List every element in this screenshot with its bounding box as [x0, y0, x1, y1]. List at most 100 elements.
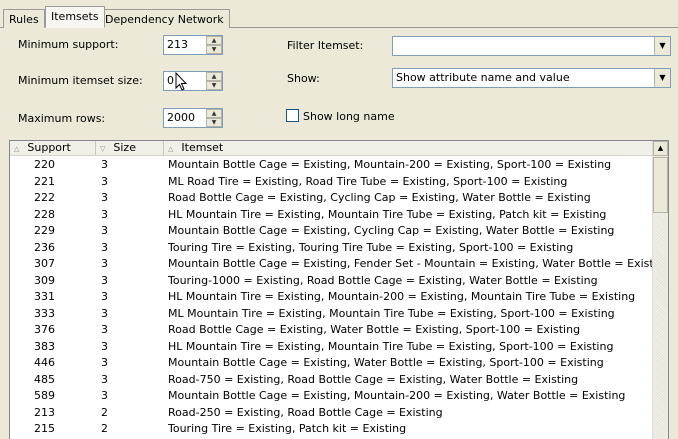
size-cell: 2 [101, 422, 108, 435]
spin-down-arrow-icon[interactable]: ▼ [206, 45, 222, 54]
scroll-up-arrow-icon[interactable]: ▲ [653, 141, 668, 156]
support-cell: 229 [34, 224, 55, 237]
table-row[interactable]: 215 2 Touring Tire = Existing, Patch kit =… [10, 421, 652, 438]
tab-dependency-network[interactable]: Dependency Network [99, 9, 230, 28]
size-cell: 3 [101, 389, 108, 402]
filter-itemset-combo[interactable]: ▼ [392, 36, 671, 56]
itemset-cell: Mountain Bottle Cage = Existing, Mountai… [168, 389, 626, 402]
min-support-label: Minimum support: [18, 38, 119, 51]
column-header-itemset[interactable]: △ Itemset [164, 141, 652, 155]
size-cell: 3 [101, 191, 108, 204]
support-cell: 307 [34, 257, 55, 270]
column-header-label: Itemset [181, 141, 224, 154]
table-row[interactable]: 589 3 Mountain Bottle Cage = Existing, Mou… [10, 388, 652, 405]
sort-indicator-icon: △ [168, 145, 174, 153]
itemset-cell: Touring-1000 = Existing, Road Bottle Cag… [168, 273, 598, 287]
support-cell: 331 [34, 290, 55, 303]
support-cell: 589 [34, 389, 55, 402]
table-row[interactable]: 309 3 Touring-1000 = Existing, Road Bottle… [10, 273, 652, 290]
spin-up-arrow-icon[interactable]: ▲ [206, 36, 222, 45]
table-row[interactable]: 236 3 Touring Tire = Existing, Touring Tir… [10, 240, 652, 257]
size-cell: 3 [101, 174, 108, 188]
column-header-support[interactable]: △ Support [10, 141, 96, 155]
min-support-spinner[interactable]: 213 ▲ ▼ [163, 35, 223, 55]
column-header-label: Size [113, 141, 136, 154]
max-rows-spinner[interactable]: 2000 ▲ ▼ [163, 108, 223, 128]
size-cell: 3 [101, 372, 108, 386]
support-cell: 333 [34, 306, 55, 320]
show-long-name-checkbox[interactable] [286, 109, 299, 122]
spin-up-arrow-icon[interactable]: ▲ [206, 72, 222, 81]
filter-itemset-input[interactable] [393, 37, 654, 55]
table-row[interactable]: 221 3 ML Road Tire = Existing, Road Tire T… [10, 174, 652, 191]
itemset-cell: Mountain Bottle Cage = Existing, Cycling… [168, 224, 615, 237]
max-rows-value[interactable]: 2000 [164, 109, 206, 127]
vertical-scrollbar[interactable]: ▲ [652, 141, 668, 439]
itemsets-grid[interactable]: △ Support ▽ Size △ Itemset 220 3 Mountain Bot… [9, 140, 669, 439]
grid-rows: 220 3 Mountain Bottle Cage = Existing, Mou… [10, 157, 652, 438]
table-row[interactable]: 383 3 HL Mountain Tire = Existing, Mountai… [10, 339, 652, 356]
chevron-down-icon[interactable]: ▼ [654, 69, 670, 87]
itemset-cell: Mountain Bottle Cage = Existing, Fender … [168, 257, 652, 270]
table-row[interactable]: 446 3 Mountain Bottle Cage = Existing, Wat… [10, 355, 652, 372]
table-row[interactable]: 222 3 Road Bottle Cage = Existing, Cycling… [10, 190, 652, 207]
max-rows-label: Maximum rows: [18, 112, 106, 125]
support-cell: 215 [34, 422, 55, 435]
filter-itemset-label: Filter Itemset: [287, 39, 364, 52]
table-row[interactable]: 333 3 ML Mountain Tire = Existing, Mountai… [10, 306, 652, 323]
itemset-cell: Road-750 = Existing, Road Bottle Cage = … [168, 372, 579, 386]
support-cell: 446 [34, 356, 55, 369]
itemset-cell: ML Mountain Tire = Existing, Mountain Ti… [168, 306, 615, 320]
show-select-value[interactable]: Show attribute name and value [393, 69, 654, 87]
tab-itemsets[interactable]: Itemsets [45, 6, 105, 28]
scrollbar-thumb[interactable] [653, 157, 668, 213]
support-cell: 309 [34, 273, 55, 287]
show-label: Show: [287, 72, 320, 85]
column-header-size[interactable]: ▽ Size [96, 141, 164, 155]
support-cell: 222 [34, 191, 55, 204]
spin-down-arrow-icon[interactable]: ▼ [206, 118, 222, 127]
table-row[interactable]: 228 3 HL Mountain Tire = Existing, Mountai… [10, 207, 652, 224]
support-cell: 220 [34, 158, 55, 171]
support-cell: 485 [34, 372, 55, 386]
tab-rules[interactable]: Rules [3, 9, 45, 28]
spin-down-arrow-icon[interactable]: ▼ [206, 81, 222, 90]
table-row[interactable]: 229 3 Mountain Bottle Cage = Existing, Cyc… [10, 223, 652, 240]
support-cell: 236 [34, 240, 55, 254]
size-cell: 3 [101, 323, 108, 336]
itemset-cell: Road-250 = Existing, Road Bottle Cage = … [168, 405, 443, 419]
table-row[interactable]: 331 3 HL Mountain Tire = Existing, Mountai… [10, 289, 652, 306]
show-long-name-label[interactable]: Show long name [303, 110, 395, 123]
size-cell: 3 [101, 257, 108, 270]
table-row[interactable]: 213 2 Road-250 = Existing, Road Bottle Cag… [10, 405, 652, 422]
support-cell: 383 [34, 339, 55, 353]
min-itemset-size-label: Minimum itemset size: [18, 74, 143, 87]
min-itemset-size-spinner[interactable]: 0 ▲ ▼ [163, 71, 223, 91]
table-row[interactable]: 220 3 Mountain Bottle Cage = Existing, Mou… [10, 157, 652, 174]
itemset-cell: Road Bottle Cage = Existing, Cycling Cap… [168, 191, 591, 204]
size-cell: 3 [101, 356, 108, 369]
size-cell: 3 [101, 207, 108, 221]
mouse-cursor-icon [175, 72, 188, 91]
size-cell: 3 [101, 240, 108, 254]
sort-indicator-icon: △ [14, 145, 20, 153]
itemset-cell: HL Mountain Tire = Existing, Mountain Ti… [168, 207, 607, 221]
table-row[interactable]: 307 3 Mountain Bottle Cage = Existing, Fen… [10, 256, 652, 273]
support-cell: 228 [34, 207, 55, 221]
size-cell: 3 [101, 306, 108, 320]
itemset-cell: Touring Tire = Existing, Touring Tire Tu… [168, 240, 574, 254]
show-select[interactable]: Show attribute name and value ▼ [392, 68, 671, 88]
min-support-value[interactable]: 213 [164, 36, 206, 54]
size-cell: 3 [101, 158, 108, 171]
itemset-cell: ML Road Tire = Existing, Road Tire Tube … [168, 174, 568, 188]
table-row[interactable]: 376 3 Road Bottle Cage = Existing, Water B… [10, 322, 652, 339]
spin-up-arrow-icon[interactable]: ▲ [206, 109, 222, 118]
support-cell: 221 [34, 174, 55, 188]
column-header-label: Support [27, 141, 71, 154]
itemset-cell: Mountain Bottle Cage = Existing, Mountai… [168, 158, 612, 171]
table-row[interactable]: 485 3 Road-750 = Existing, Road Bottle Cag… [10, 372, 652, 389]
itemset-cell: HL Mountain Tire = Existing, Mountain-20… [168, 290, 636, 303]
grid-header: △ Support ▽ Size △ Itemset [10, 141, 652, 156]
size-cell: 2 [101, 405, 108, 419]
chevron-down-icon[interactable]: ▼ [654, 37, 670, 55]
